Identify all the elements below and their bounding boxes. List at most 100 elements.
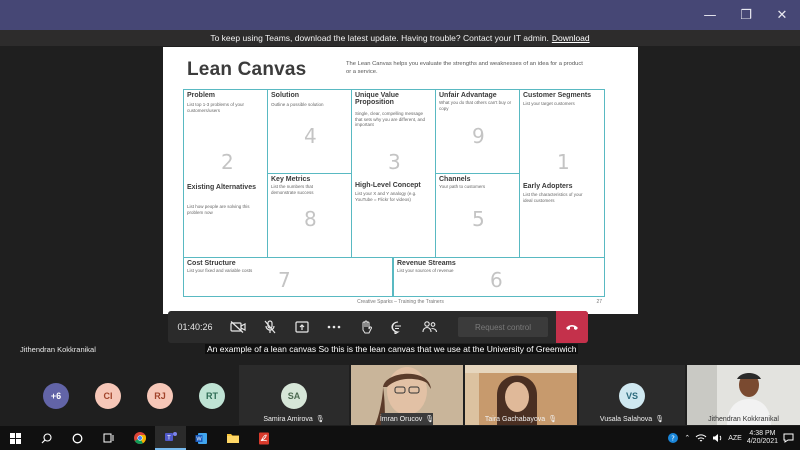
cell-number: 6 — [490, 268, 503, 292]
title-bar: — ❐ ✕ — [0, 0, 800, 30]
cell-desc: List the characteristics of your ideal c… — [523, 192, 583, 203]
cell-title: High-Level Concept — [355, 182, 421, 189]
live-caption: An example of a lean canvas So this is t… — [205, 344, 579, 354]
cortana-button[interactable] — [62, 426, 93, 450]
download-link[interactable]: Download — [552, 33, 590, 43]
cell-title: Problem — [187, 92, 216, 99]
participant-name-row: İmran Orucov 🎙 — [351, 415, 463, 424]
cell-title: Solution — [271, 92, 299, 99]
more-icon — [327, 325, 341, 329]
participant-tile[interactable]: İmran Orucov 🎙 — [351, 365, 463, 425]
windows-logo-icon — [10, 432, 21, 444]
mute-button[interactable] — [254, 311, 286, 343]
cell-desc: List how people are solving this problem… — [187, 204, 250, 215]
clock-time: 4:38 PM — [749, 429, 776, 437]
mic-off-icon: 🎙 — [425, 416, 435, 423]
word-taskbar-button[interactable]: W — [186, 426, 217, 450]
chrome-icon — [133, 432, 146, 445]
meeting-timer: 01:40:26 — [177, 322, 213, 332]
help-icon[interactable]: ? — [667, 432, 679, 444]
avatar: SA — [281, 383, 307, 409]
leave-call-button[interactable] — [556, 311, 588, 343]
request-control-button[interactable]: Request control — [458, 317, 548, 337]
canvas-cell-unfair-advantage: Unfair Advantage What you do that others… — [435, 89, 521, 175]
more-participants-button[interactable]: +6 — [43, 383, 69, 409]
share-screen-button[interactable] — [286, 311, 318, 343]
cell-number: 9 — [472, 124, 485, 148]
word-icon: W — [195, 432, 207, 444]
acrobat-taskbar-button[interactable] — [248, 426, 279, 450]
cell-desc: List top 1-3 problems of your customers/… — [187, 102, 245, 113]
cell-title: Cost Structure — [187, 260, 236, 267]
input-language[interactable]: AZE — [728, 435, 742, 442]
chevron-up-icon[interactable]: ⌃ — [684, 434, 690, 442]
cell-desc: List your sources of revenue — [397, 268, 454, 273]
volume-icon[interactable] — [712, 433, 723, 443]
cell-number: 4 — [304, 124, 317, 148]
shared-slide: Lean Canvas The Lean Canvas helps you ev… — [163, 47, 638, 314]
avatar[interactable]: RT — [199, 383, 225, 409]
cell-number: 7 — [278, 268, 291, 292]
cell-title: Customer Segments — [523, 92, 592, 99]
more-actions-button[interactable] — [318, 311, 350, 343]
canvas-cell-problem: Problem List top 1-3 problems of your cu… — [183, 89, 269, 259]
cell-number: 1 — [557, 150, 570, 174]
update-banner-message: To keep using Teams, download the latest… — [210, 33, 549, 43]
cortana-icon — [72, 433, 83, 443]
cell-title: Early Adopters — [523, 183, 573, 190]
cell-title: Unique Value Proposition — [355, 92, 399, 107]
slide-description: The Lean Canvas helps you evaluate the s… — [346, 61, 583, 75]
canvas-cell-uvp: Unique Value Proposition Single, clear, … — [351, 89, 437, 259]
canvas-cell-solution: Solution Outline a possible solution 4 — [267, 89, 353, 175]
task-view-button[interactable] — [93, 426, 124, 450]
participant-name-row: Taira Gachabayova 🎙 — [465, 415, 577, 424]
canvas-cell-key-metrics: Key Metrics List the numbers that demons… — [267, 173, 353, 259]
folder-icon — [226, 434, 239, 443]
hand-icon — [362, 320, 372, 334]
presenter-name: Jithendran Kokkranikal — [20, 345, 96, 354]
participant-name: Jithendran Kokkranikal — [708, 416, 779, 423]
mic-off-icon: 🎙 — [655, 416, 665, 423]
raise-hand-button[interactable] — [350, 311, 382, 343]
chrome-taskbar-button[interactable] — [124, 426, 155, 450]
cell-number: 3 — [388, 150, 401, 174]
canvas-cell-revenue-streams: Revenue Streams List your sources of rev… — [393, 257, 605, 297]
minimize-button[interactable]: — — [692, 0, 728, 30]
participant-tile[interactable]: VS Vusala Salahova 🎙 — [579, 365, 685, 425]
avatar[interactable]: RJ — [147, 383, 173, 409]
cell-desc: List your fixed and variable costs — [187, 268, 253, 273]
chat-icon — [391, 320, 401, 334]
camera-off-button[interactable] — [222, 311, 254, 343]
participant-name-row: Samira Amirova 🎙 — [239, 415, 349, 424]
participant-name: Samira Amirova — [263, 415, 313, 423]
file-explorer-taskbar-button[interactable] — [217, 426, 248, 450]
chat-button[interactable] — [382, 311, 414, 343]
start-button[interactable] — [0, 426, 31, 450]
cell-desc: Outline a possible solution — [271, 102, 324, 107]
svg-text:T: T — [167, 436, 171, 442]
cell-number: 2 — [221, 150, 234, 174]
cell-number: 8 — [304, 207, 317, 231]
participant-tile[interactable]: Taira Gachabayova 🎙 — [465, 365, 577, 425]
clock[interactable]: 4:38 PM 4/20/2021 — [747, 430, 778, 447]
cell-desc: List your target customers — [523, 101, 575, 106]
participant-tile[interactable]: SA Samira Amirova 🎙 — [239, 365, 349, 425]
cell-title: Unfair Advantage — [439, 92, 497, 99]
close-button[interactable]: ✕ — [764, 0, 800, 30]
cell-number: 5 — [472, 207, 485, 231]
search-button[interactable] — [31, 426, 62, 450]
svg-text:W: W — [196, 436, 202, 442]
participants-button[interactable] — [414, 311, 446, 343]
restore-button[interactable]: ❐ — [728, 0, 764, 30]
camera-off-icon — [230, 321, 246, 333]
mic-off-icon: 🎙 — [315, 416, 325, 423]
cell-desc: List the numbers that demonstrate succes… — [271, 184, 314, 195]
teams-taskbar-button[interactable]: T — [155, 426, 186, 450]
notifications-icon[interactable] — [783, 433, 794, 443]
wifi-icon[interactable] — [695, 433, 707, 443]
clock-date: 4/20/2021 — [746, 438, 778, 445]
participant-tile[interactable]: Jithendran Kokkranikal — [687, 365, 800, 425]
participant-name: İmran Orucov — [379, 415, 423, 423]
participant-name: Vusala Salahova — [599, 415, 653, 423]
avatar[interactable]: CI — [95, 383, 121, 409]
